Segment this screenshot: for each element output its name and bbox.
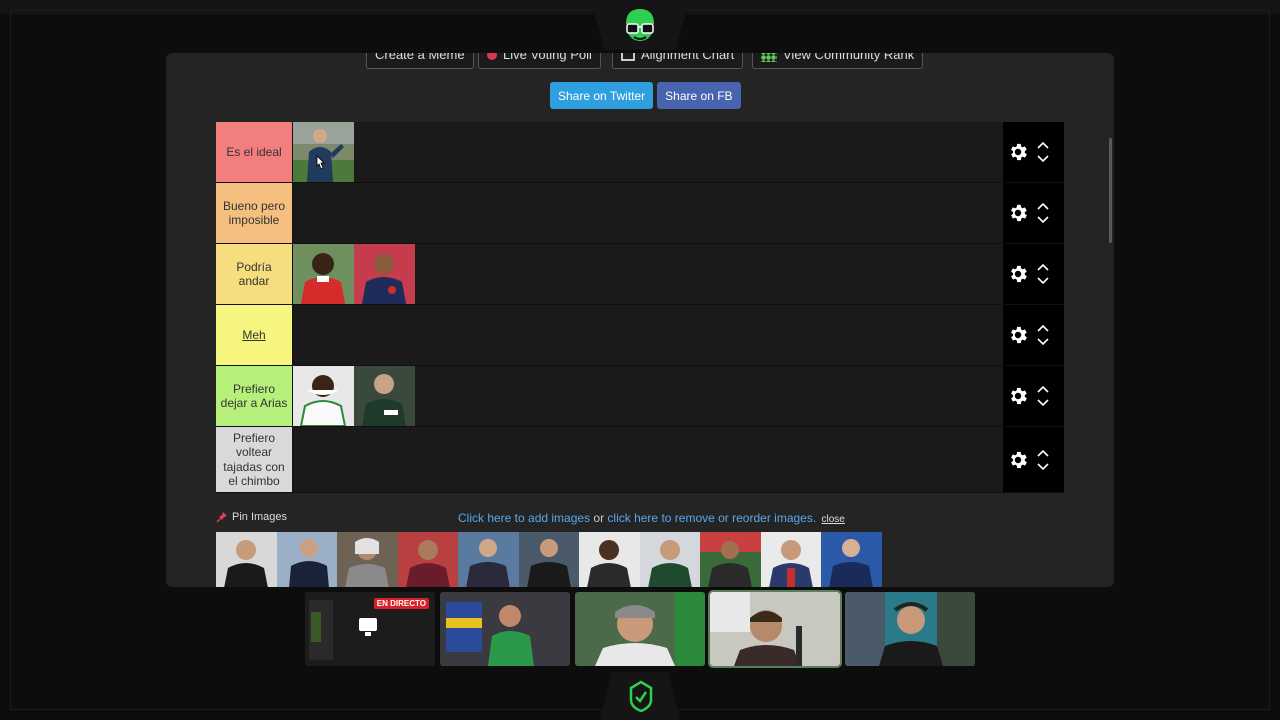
- live-voting-label: Live Voting Poll: [503, 53, 592, 62]
- tier-row: Prefiero dejar a Arias: [216, 366, 1064, 427]
- close-link[interactable]: close: [822, 514, 845, 525]
- coach-photo[interactable]: [293, 122, 354, 182]
- share-bar: Share on Twitter Share on FB: [550, 82, 741, 109]
- top-toolbar: Create a Meme Live Voting Poll Alignment…: [166, 53, 1114, 69]
- tier-label[interactable]: Meh: [216, 305, 292, 365]
- gear-icon[interactable]: [1007, 263, 1029, 285]
- tier-list: Es el ideal Bueno pero imposible Podría …: [216, 122, 1064, 493]
- pin-icon: [216, 512, 227, 523]
- tier-items[interactable]: [292, 305, 1003, 365]
- shield-logo: [629, 680, 653, 712]
- image-pool: [216, 532, 882, 587]
- alignment-chart-label: Alignment Chart: [641, 53, 735, 62]
- tier-label[interactable]: Prefiero voltear tajadas con el chimbo: [216, 427, 292, 492]
- pool-image[interactable]: [458, 532, 519, 587]
- reorder-images-link[interactable]: click here to remove or reorder images.: [607, 511, 816, 525]
- webcam-feed: EN DIRECTO: [305, 592, 435, 666]
- gear-icon[interactable]: [1007, 324, 1029, 346]
- gear-icon[interactable]: [1007, 202, 1029, 224]
- coach-photo[interactable]: [354, 366, 415, 426]
- tier-row: Podría andar: [216, 244, 1064, 305]
- webcam-strip: EN DIRECTO: [305, 590, 975, 668]
- chevron-up-icon[interactable]: [1037, 324, 1049, 332]
- chevron-up-icon[interactable]: [1037, 202, 1049, 210]
- tierlist-panel: Create a Meme Live Voting Poll Alignment…: [166, 53, 1114, 587]
- pin-links: Click here to add images or click here t…: [458, 511, 845, 525]
- tier-items[interactable]: [292, 427, 1003, 492]
- tier-controls: [1003, 427, 1064, 492]
- coach-photo[interactable]: [293, 366, 354, 426]
- chevron-down-icon[interactable]: [1037, 216, 1049, 224]
- chevron-up-icon[interactable]: [1037, 449, 1049, 457]
- tier-row: Es el ideal: [216, 122, 1064, 183]
- tier-items[interactable]: [292, 366, 1003, 426]
- nerd-mascot-logo: [626, 9, 654, 41]
- chevron-down-icon[interactable]: [1037, 399, 1049, 407]
- webcam-feed: [708, 590, 842, 668]
- tier-row: Bueno pero imposible: [216, 183, 1064, 244]
- create-meme-button[interactable]: Create a Meme: [366, 53, 474, 69]
- live-badge: EN DIRECTO: [373, 598, 429, 609]
- live-voting-button[interactable]: Live Voting Poll: [478, 53, 601, 69]
- chevron-up-icon[interactable]: [1037, 141, 1049, 149]
- tier-row: Meh: [216, 305, 1064, 366]
- tier-label[interactable]: Bueno pero imposible: [216, 183, 292, 243]
- mouse-cursor-icon: [316, 155, 325, 170]
- tier-label[interactable]: Prefiero dejar a Arias: [216, 366, 292, 426]
- chevron-up-icon[interactable]: [1037, 263, 1049, 271]
- pool-image[interactable]: [579, 532, 640, 587]
- pool-image[interactable]: [216, 532, 277, 587]
- coach-photo[interactable]: [293, 244, 354, 304]
- coach-photo[interactable]: [354, 244, 415, 304]
- create-meme-label: Create a Meme: [375, 53, 465, 62]
- tier-label[interactable]: Podría andar: [216, 244, 292, 304]
- community-rank-label: View Community Rank: [783, 53, 915, 62]
- chevron-down-icon[interactable]: [1037, 462, 1049, 471]
- webcam-feed: [845, 592, 975, 666]
- tier-items[interactable]: [292, 244, 1003, 304]
- gear-icon[interactable]: [1007, 141, 1029, 163]
- pool-image[interactable]: [760, 532, 821, 587]
- or-text: or: [590, 511, 608, 525]
- chevron-down-icon[interactable]: [1037, 277, 1049, 285]
- alignment-chart-button[interactable]: Alignment Chart: [612, 53, 744, 69]
- tier-items[interactable]: [292, 183, 1003, 243]
- tier-controls: [1003, 305, 1064, 365]
- share-facebook-button[interactable]: Share on FB: [657, 82, 741, 109]
- pool-image[interactable]: [639, 532, 700, 587]
- pin-images-bar: Pin Images Click here to add images or c…: [216, 509, 1064, 529]
- tier-controls: [1003, 122, 1064, 182]
- tier-label[interactable]: Es el ideal: [216, 122, 292, 182]
- tier-controls: [1003, 366, 1064, 426]
- add-images-link[interactable]: Click here to add images: [458, 511, 590, 525]
- scrollbar[interactable]: [1109, 138, 1112, 243]
- pool-image[interactable]: [397, 532, 458, 587]
- community-rank-button[interactable]: View Community Rank: [752, 53, 924, 69]
- gear-icon[interactable]: [1007, 449, 1029, 471]
- pool-image[interactable]: [518, 532, 579, 587]
- tier-row: Prefiero voltear tajadas con el chimbo: [216, 427, 1064, 493]
- pool-image[interactable]: [337, 532, 398, 587]
- pool-image[interactable]: [700, 532, 761, 587]
- grid-icon: [761, 53, 777, 62]
- tier-controls: [1003, 183, 1064, 243]
- share-twitter-button[interactable]: Share on Twitter: [550, 82, 654, 109]
- webcam-feed: [440, 592, 570, 666]
- live-dot-icon: [487, 53, 497, 60]
- pin-images-label: Pin Images: [232, 511, 288, 523]
- tier-items[interactable]: [292, 122, 1003, 182]
- pin-images-toggle[interactable]: Pin Images: [216, 511, 287, 523]
- pool-image[interactable]: [276, 532, 337, 587]
- gear-icon[interactable]: [1007, 385, 1029, 407]
- tier-controls: [1003, 244, 1064, 304]
- chevron-down-icon[interactable]: [1037, 155, 1049, 163]
- chevron-down-icon[interactable]: [1037, 338, 1049, 346]
- pool-image[interactable]: [821, 532, 882, 587]
- chart-icon: [621, 53, 635, 61]
- chevron-up-icon[interactable]: [1037, 385, 1049, 393]
- webcam-feed: [575, 592, 705, 666]
